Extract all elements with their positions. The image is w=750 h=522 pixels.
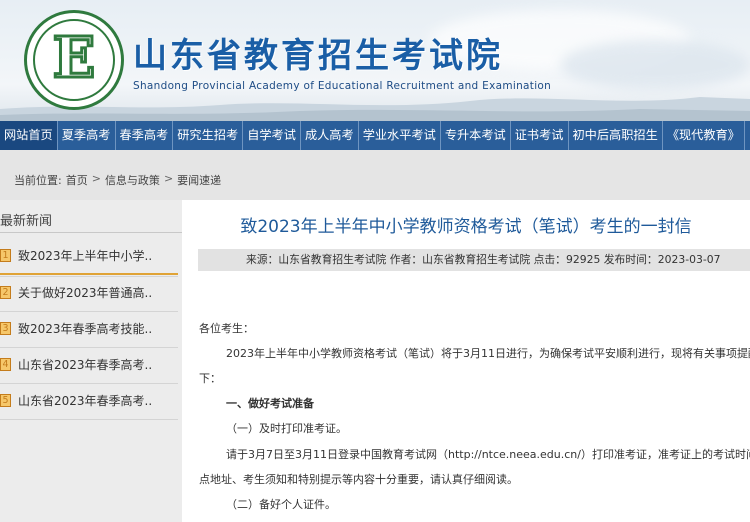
news-item[interactable]: 5 山东省2023年春季高考..	[0, 381, 178, 419]
nav-item-proficiency[interactable]: 学业水平考试	[359, 121, 441, 150]
site-title-english: Shandong Provincial Academy of Education…	[133, 80, 552, 92]
site-header: E 山东省教育招生考试院 Shandong Provincial Academy…	[0, 0, 750, 121]
nav-item-summer-exam[interactable]: 夏季高考	[58, 121, 116, 150]
nav-item-vocational[interactable]: 初中后高职招生	[569, 121, 663, 150]
nav-item-certificate[interactable]: 证书考试	[511, 121, 569, 150]
sidebar-title-divider	[0, 232, 182, 233]
logo-letter: E	[51, 24, 97, 93]
news-item[interactable]: 2 关于做好2023年普通高..	[0, 273, 178, 311]
breadcrumb-separator: >	[163, 172, 174, 185]
article-subheading: （一）及时打印准考证。	[226, 422, 347, 435]
breadcrumb-home[interactable]: 首页	[66, 172, 88, 188]
nav-item-modern-education[interactable]: 《现代教育》	[663, 121, 745, 150]
nav-item-graduate[interactable]: 研究生招考	[173, 121, 244, 150]
article-paragraph: 点地址、考生须知和特别提示等内容十分重要，请认真仔细阅读。	[199, 473, 518, 486]
news-number-badge: 4	[0, 357, 11, 371]
news-title[interactable]: 山东省2023年春季高考..	[18, 392, 152, 409]
main-nav: 网站首页 夏季高考 春季高考 研究生招考 自学考试 成人高考 学业水平考试 专升…	[0, 121, 750, 150]
breadcrumb-prefix: 当前位置:	[14, 174, 62, 187]
news-title[interactable]: 山东省2023年春季高考..	[18, 356, 152, 373]
sidebar-title: 最新新闻	[0, 214, 53, 229]
breadcrumb-policy[interactable]: 信息与政策	[105, 172, 160, 188]
article-paragraph: 下：	[199, 372, 221, 385]
breadcrumb: 当前位置: 首页 > 信息与政策 > 要闻速递	[14, 172, 221, 188]
site-title[interactable]: 山东省教育招生考试院	[133, 28, 503, 77]
breadcrumb-separator: >	[91, 172, 101, 185]
article-panel: 致2023年上半年中小学教师资格考试（笔试）考生的一封信 来源：山东省教育招生考…	[182, 200, 750, 522]
news-item[interactable]: 4 山东省2023年春季高考..	[0, 345, 178, 383]
nav-item-upgrade[interactable]: 专升本考试	[441, 121, 511, 150]
breadcrumb-news[interactable]: 要闻速递	[177, 172, 221, 188]
news-item[interactable]: 3 致2023年春季高考技能..	[0, 309, 178, 347]
news-number-badge: 5	[0, 393, 11, 407]
article-subheading: （二）备好个人证件。	[226, 498, 336, 511]
sidebar: 最新新闻 1 致2023年上半年中小学.. 2 关于做好2023年普通高.. 3…	[0, 200, 182, 522]
news-item[interactable]: 1 致2023年上半年中小学..	[0, 237, 178, 275]
news-title[interactable]: 致2023年春季高考技能..	[18, 320, 152, 337]
breadcrumb-bar: 当前位置: 首页 > 信息与政策 > 要闻速递	[0, 150, 750, 200]
nav-item-home[interactable]: 网站首页	[0, 121, 58, 150]
article-paragraph: 2023年上半年中小学教师资格考试（笔试）将于3月11日进行，为确保考试平安顺利…	[226, 347, 750, 360]
article-title: 致2023年上半年中小学教师资格考试（笔试）考生的一封信	[240, 217, 692, 237]
article-greeting: 各位考生：	[199, 322, 254, 335]
news-number-badge: 1	[0, 248, 11, 262]
site-logo[interactable]: E	[24, 10, 124, 110]
article-paragraph: 请于3月7日至3月11日登录中国教育考试网（http://ntce.neea.e…	[226, 448, 750, 461]
news-divider	[0, 419, 178, 420]
news-number-badge: 2	[0, 285, 11, 299]
news-number-badge: 3	[0, 321, 11, 335]
nav-item-spring-exam[interactable]: 春季高考	[116, 121, 174, 150]
nav-item-adult-exam[interactable]: 成人高考	[301, 121, 359, 150]
news-title[interactable]: 致2023年上半年中小学..	[18, 247, 152, 264]
news-title[interactable]: 关于做好2023年普通高..	[18, 284, 152, 301]
article-meta: 来源：山东省教育招生考试院 作者：山东省教育招生考试院 点击：92925 发布时…	[198, 249, 750, 271]
article-section-heading: 一、做好考试准备	[226, 397, 314, 410]
nav-item-self-study[interactable]: 自学考试	[243, 121, 301, 150]
